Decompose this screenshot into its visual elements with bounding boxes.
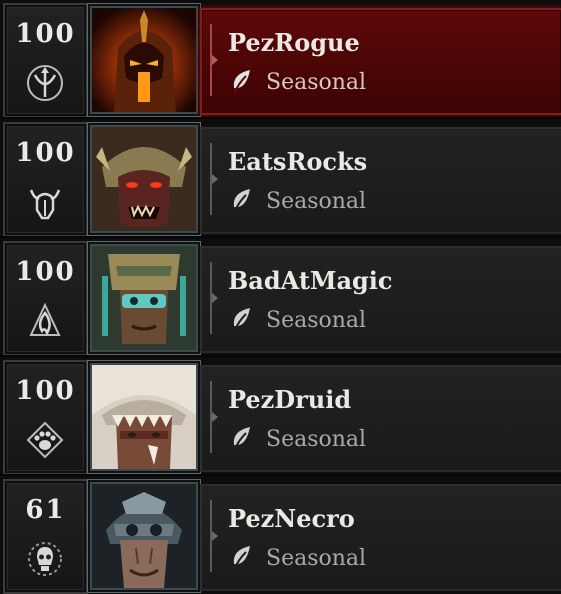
character-name: BadAtMagic [228, 266, 393, 295]
portrait-pezdruid [90, 363, 198, 471]
divider-arrow-icon [212, 293, 218, 303]
character-row-eatsrocks[interactable]: 100 EatsRocks Seasonal [0, 119, 561, 237]
season-mode: Seasonal [266, 189, 367, 214]
character-row-pezrogue[interactable]: 100 PezRogue Seasonal [0, 0, 561, 118]
level-box: 100 [3, 241, 88, 356]
character-panel: PezDruid Seasonal [200, 365, 561, 472]
sorcerer-flame-icon [29, 302, 61, 336]
character-panel: PezNecro Seasonal [200, 484, 561, 591]
level-text: 100 [15, 257, 76, 287]
season-leaf-icon [233, 546, 250, 571]
level-text: 100 [15, 138, 76, 168]
character-row-peznecro[interactable]: 61 PezNecro Seasonal [0, 476, 561, 594]
druid-paw-icon [26, 421, 64, 459]
character-panel: BadAtMagic Seasonal [200, 246, 561, 353]
character-name: PezDruid [228, 385, 352, 414]
level-box: 100 [3, 122, 88, 237]
season-leaf-icon [233, 308, 250, 333]
level-text: 100 [15, 376, 76, 406]
character-name: PezNecro [228, 504, 355, 533]
level-text: 100 [15, 19, 76, 49]
divider-arrow-icon [212, 174, 218, 184]
season-leaf-icon [233, 427, 250, 452]
barbarian-helm-icon [29, 189, 61, 220]
portrait-eatsrocks [90, 125, 198, 233]
level-box: 100 [3, 3, 88, 118]
character-name: PezRogue [228, 28, 360, 57]
rogue-bow-icon [27, 65, 63, 101]
season-mode: Seasonal [266, 546, 367, 571]
portrait-pezrogue [90, 6, 198, 114]
character-name: EatsRocks [228, 147, 368, 176]
character-row-badatmagic[interactable]: 100 BadAtMagic Seasonal [0, 238, 561, 356]
level-text: 61 [25, 495, 66, 525]
character-panel: PezRogue Seasonal [200, 8, 561, 115]
season-mode: Seasonal [266, 308, 367, 333]
season-mode: Seasonal [266, 427, 367, 452]
character-list: 100 PezRogue Seasonal 100 EatsRocks Seas… [0, 0, 561, 594]
portrait-badatmagic [90, 244, 198, 352]
portrait-peznecro [90, 482, 198, 590]
character-panel: EatsRocks Seasonal [200, 127, 561, 234]
character-row-pezdruid[interactable]: 100 PezDruid Seasonal [0, 357, 561, 475]
season-leaf-icon [233, 70, 250, 95]
divider-arrow-icon [212, 55, 218, 65]
level-box: 100 [3, 360, 88, 475]
season-leaf-icon [233, 189, 250, 214]
divider-arrow-icon [212, 531, 218, 541]
level-box: 61 [3, 479, 88, 594]
necromancer-skull-icon [28, 542, 62, 576]
divider-arrow-icon [212, 412, 218, 422]
season-mode: Seasonal [266, 70, 367, 95]
